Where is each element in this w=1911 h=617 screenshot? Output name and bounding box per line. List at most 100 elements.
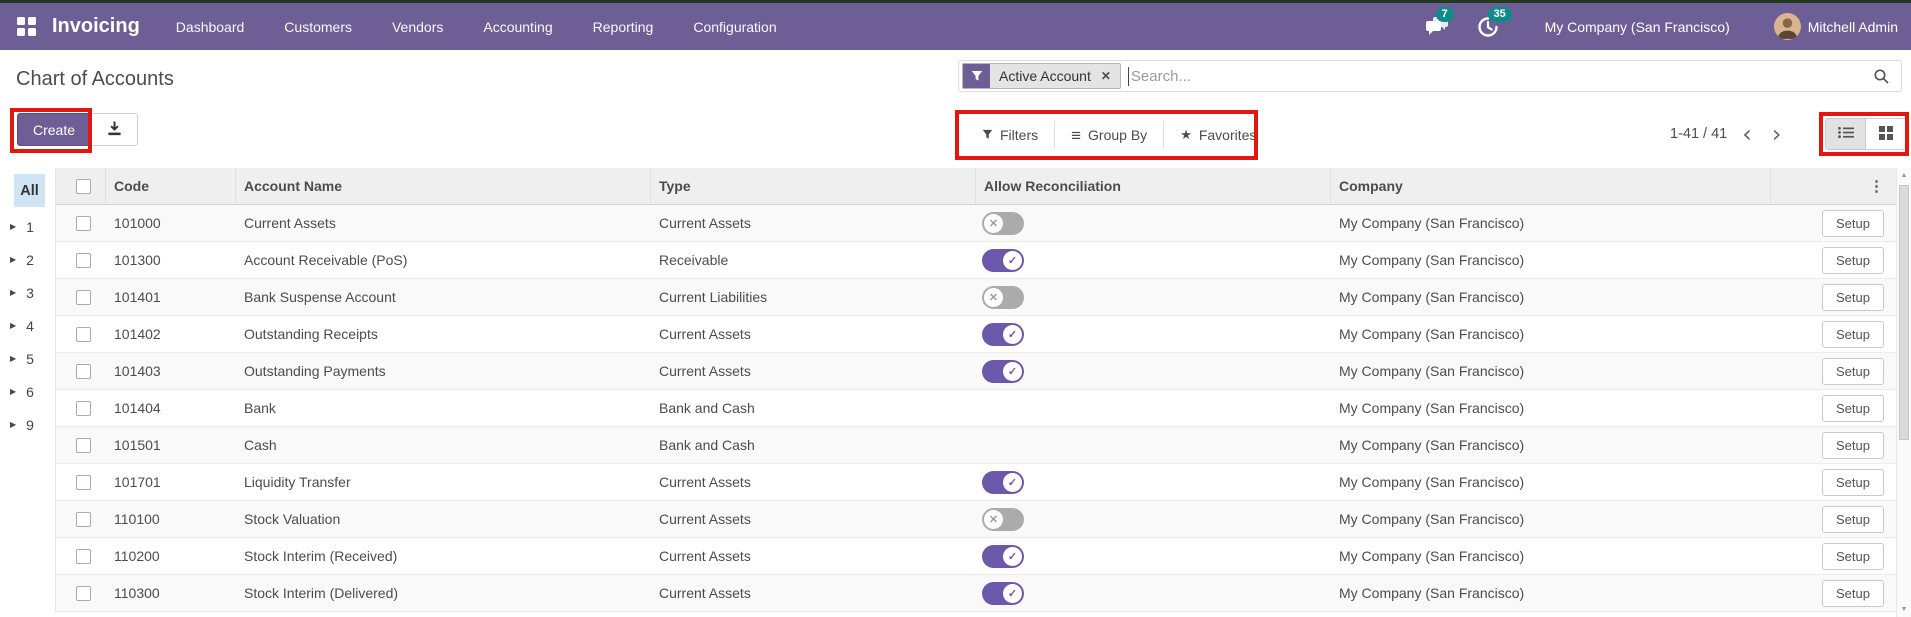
messages-button[interactable]: 7 xyxy=(1425,6,1454,38)
sidebar-group-6[interactable]: ▶ 6 xyxy=(0,375,55,408)
setup-button[interactable]: Setup xyxy=(1822,579,1884,607)
search-icon[interactable] xyxy=(1873,68,1890,85)
cell-company: My Company (San Francisco) xyxy=(1339,326,1525,342)
reconcile-toggle-on[interactable]: ✓ xyxy=(982,581,1024,605)
user-menu[interactable]: Mitchell Admin xyxy=(1808,19,1898,35)
apps-grid-icon[interactable] xyxy=(17,17,36,36)
nav-menu-accounting[interactable]: Accounting xyxy=(483,19,552,35)
reconcile-toggle-on[interactable]: ✓ xyxy=(982,359,1024,383)
row-checkbox[interactable] xyxy=(76,548,91,564)
header-code[interactable]: Code xyxy=(106,168,236,204)
optional-columns-icon[interactable]: ⋮ xyxy=(1869,177,1884,195)
row-checkbox[interactable] xyxy=(76,511,91,527)
nav-menu-vendors[interactable]: Vendors xyxy=(392,19,443,35)
expand-caret-icon[interactable]: ▶ xyxy=(10,288,16,297)
scrollbar-thumb[interactable] xyxy=(1899,185,1909,440)
expand-caret-icon[interactable]: ▶ xyxy=(10,387,16,396)
facet-remove-icon[interactable]: ✕ xyxy=(1097,64,1120,88)
nav-menu-configuration[interactable]: Configuration xyxy=(693,19,776,35)
expand-caret-icon[interactable]: ▶ xyxy=(10,420,16,429)
setup-button[interactable]: Setup xyxy=(1822,357,1884,385)
select-all-checkbox[interactable] xyxy=(76,178,91,194)
setup-button[interactable]: Setup xyxy=(1822,431,1884,459)
scroll-up-icon[interactable]: ▲ xyxy=(1897,168,1911,183)
row-checkbox[interactable] xyxy=(76,474,91,490)
account-row-110200[interactable]: 110200 Stock Interim (Received) Current As… xyxy=(56,538,1896,575)
row-checkbox[interactable] xyxy=(76,437,91,453)
app-name[interactable]: Invoicing xyxy=(52,15,140,38)
header-allow-reconciliation[interactable]: Allow Reconciliation xyxy=(976,168,1331,204)
account-row-101300[interactable]: 101300 Account Receivable (PoS) Receivable… xyxy=(56,242,1896,279)
setup-button[interactable]: Setup xyxy=(1822,246,1884,274)
reconcile-toggle-off[interactable]: ✕ xyxy=(982,285,1024,309)
setup-button[interactable]: Setup xyxy=(1822,394,1884,422)
nav-menu-customers[interactable]: Customers xyxy=(284,19,352,35)
row-checkbox[interactable] xyxy=(76,326,91,342)
kanban-view-button[interactable] xyxy=(1866,119,1906,149)
activities-button[interactable]: 35 xyxy=(1477,6,1512,38)
account-row-110100[interactable]: 110100 Stock Valuation Current Assets ✕ My C… xyxy=(56,501,1896,538)
favorites-button[interactable]: ★ Favorites xyxy=(1164,127,1272,143)
company-switcher[interactable]: My Company (San Francisco) xyxy=(1545,19,1730,35)
header-select-all[interactable] xyxy=(56,168,106,204)
row-checkbox[interactable] xyxy=(76,289,91,305)
setup-button[interactable]: Setup xyxy=(1822,209,1884,237)
reconcile-toggle-on[interactable]: ✓ xyxy=(982,248,1024,272)
nav-menu-reporting[interactable]: Reporting xyxy=(593,19,654,35)
sidebar-group-4[interactable]: ▶ 4 xyxy=(0,309,55,342)
setup-button[interactable]: Setup xyxy=(1822,320,1884,348)
reconcile-toggle-off[interactable]: ✕ xyxy=(982,507,1024,531)
row-checkbox[interactable] xyxy=(76,400,91,416)
account-row-110300[interactable]: 110300 Stock Interim (Delivered) Current A… xyxy=(56,575,1896,612)
account-row-101404[interactable]: 101404 Bank Bank and Cash My Company (San F… xyxy=(56,390,1896,427)
pager-previous-icon[interactable]: ‹ xyxy=(1737,122,1757,146)
expand-caret-icon[interactable]: ▶ xyxy=(10,321,16,330)
cell-allow-reconciliation: ✓ xyxy=(976,544,1331,568)
reconcile-toggle-off[interactable]: ✕ xyxy=(982,211,1024,235)
create-button[interactable]: Create xyxy=(17,113,92,146)
row-checkbox[interactable] xyxy=(76,363,91,379)
reconcile-toggle-on[interactable]: ✓ xyxy=(982,322,1024,346)
expand-caret-icon[interactable]: ▶ xyxy=(10,222,16,231)
header-type[interactable]: Type xyxy=(651,168,976,204)
setup-button[interactable]: Setup xyxy=(1822,505,1884,533)
setup-button[interactable]: Setup xyxy=(1822,542,1884,570)
row-checkbox[interactable] xyxy=(76,585,91,601)
header-company[interactable]: Company xyxy=(1331,168,1771,204)
expand-caret-icon[interactable]: ▶ xyxy=(10,255,16,264)
cell-company: My Company (San Francisco) xyxy=(1339,511,1525,527)
nav-menu-dashboard[interactable]: Dashboard xyxy=(176,19,245,35)
account-row-101403[interactable]: 101403 Outstanding Payments Current Assets… xyxy=(56,353,1896,390)
list-view-button[interactable] xyxy=(1826,119,1866,149)
cell-allow-reconciliation: ✓ xyxy=(976,581,1331,605)
export-button[interactable] xyxy=(91,113,139,146)
group-by-button[interactable]: ≡ Group By xyxy=(1055,127,1163,144)
sidebar-group-2[interactable]: ▶ 2 xyxy=(0,243,55,276)
account-row-101701[interactable]: 101701 Liquidity Transfer Current Assets ✓ M… xyxy=(56,464,1896,501)
setup-button[interactable]: Setup xyxy=(1822,283,1884,311)
user-avatar[interactable] xyxy=(1773,13,1801,40)
expand-caret-icon[interactable]: ▶ xyxy=(10,354,16,363)
vertical-scrollbar[interactable]: ▲ ▼ xyxy=(1896,168,1911,617)
header-account-name[interactable]: Account Name xyxy=(236,168,651,204)
cell-allow-reconciliation: ✓ xyxy=(976,470,1331,494)
setup-button[interactable]: Setup xyxy=(1822,468,1884,496)
pager-next-icon[interactable]: › xyxy=(1767,122,1787,146)
sidebar-group-3[interactable]: ▶ 3 xyxy=(0,276,55,309)
account-row-101401[interactable]: 101401 Bank Suspense Account Current Liabi… xyxy=(56,279,1896,316)
filters-button[interactable]: Filters xyxy=(966,127,1054,143)
account-row-101501[interactable]: 101501 Cash Bank and Cash My Company (San F… xyxy=(56,427,1896,464)
reconcile-toggle-on[interactable]: ✓ xyxy=(982,470,1024,494)
sidebar-group-1[interactable]: ▶ 1 xyxy=(0,210,55,243)
account-row-101402[interactable]: 101402 Outstanding Receipts Current Assets… xyxy=(56,316,1896,353)
row-checkbox[interactable] xyxy=(76,215,91,231)
search-bar[interactable]: Active Account ✕ Search... xyxy=(958,60,1902,92)
sidebar-filter-all[interactable]: All xyxy=(14,174,45,207)
reconcile-toggle-on[interactable]: ✓ xyxy=(982,544,1024,568)
scroll-down-icon[interactable]: ▼ xyxy=(1897,602,1911,617)
account-row-101000[interactable]: 101000 Current Assets Current Assets ✕ My Co… xyxy=(56,205,1896,242)
sidebar-group-9[interactable]: ▶ 9 xyxy=(0,408,55,441)
sidebar-group-5[interactable]: ▶ 5 xyxy=(0,342,55,375)
row-checkbox[interactable] xyxy=(76,252,91,268)
search-facet[interactable]: Active Account ✕ xyxy=(962,63,1121,89)
